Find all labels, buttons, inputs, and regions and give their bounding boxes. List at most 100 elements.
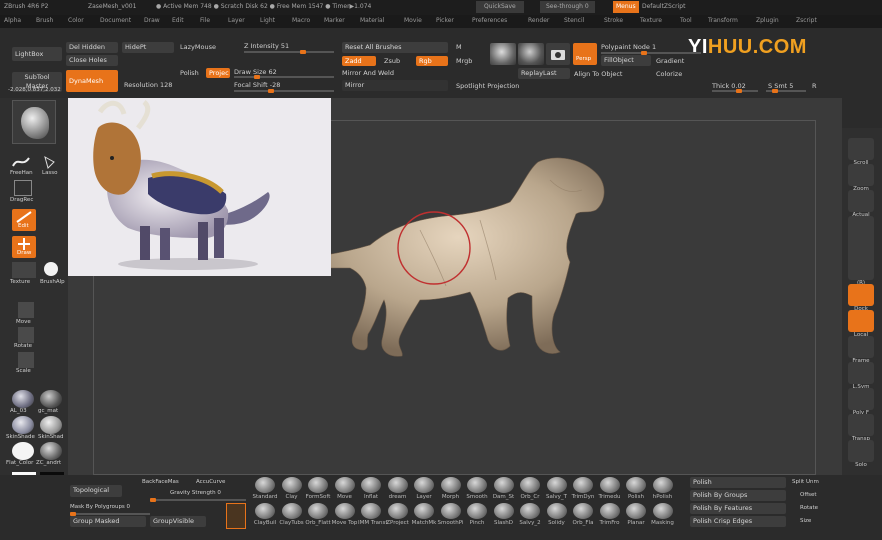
offset-button[interactable]: Offset — [800, 492, 817, 498]
zadd-toggle[interactable]: Zadd — [342, 56, 376, 66]
thick-track[interactable] — [712, 89, 758, 93]
menu-light[interactable]: Light — [260, 17, 275, 24]
zsub-toggle[interactable]: Zsub — [384, 57, 400, 65]
material-al03-icon[interactable] — [12, 390, 34, 408]
menu-texture[interactable]: Texture — [640, 17, 662, 24]
rotate-button[interactable]: Rotate — [800, 505, 818, 511]
pin-brush-icon[interactable] — [226, 503, 246, 529]
backface-mask-toggle[interactable]: BackFaceMas — [142, 479, 179, 485]
brush-zproject-icon[interactable] — [387, 503, 408, 519]
camera-icon[interactable] — [546, 43, 570, 65]
rgb-toggle[interactable]: Rgb — [416, 56, 448, 66]
brush-clay-icon[interactable] — [281, 477, 302, 493]
mask-polygroups-slider[interactable]: Mask By Polygroups 0 — [70, 504, 130, 510]
brush-claytubs-icon[interactable] — [281, 503, 302, 519]
r-toggle[interactable]: R — [812, 82, 817, 90]
z-intensity-handle[interactable] — [300, 50, 306, 54]
menu-marker[interactable]: Marker — [324, 17, 345, 24]
right-lsym-icon[interactable] — [848, 362, 874, 384]
menu-stencil[interactable]: Stencil — [564, 17, 584, 24]
group-visible-button[interactable]: GroupVisible — [150, 516, 206, 527]
brush-polish-icon[interactable] — [626, 477, 646, 493]
menu-stroke[interactable]: Stroke — [604, 17, 623, 24]
menu-file[interactable]: File — [200, 17, 210, 24]
align-object-button[interactable]: Align To Object — [574, 70, 622, 78]
polish-button[interactable]: Polish — [690, 477, 786, 488]
lasso-icon[interactable] — [42, 154, 58, 170]
right-solo-icon[interactable] — [848, 440, 874, 462]
menu-alpha[interactable]: Alpha — [4, 17, 21, 24]
menu-movie[interactable]: Movie — [404, 17, 422, 24]
right-polyf-icon[interactable] — [848, 388, 874, 410]
menu-macro[interactable]: Macro — [292, 17, 310, 24]
menu-brush[interactable]: Brush — [36, 17, 53, 24]
brush-morph-icon[interactable] — [440, 477, 461, 493]
material-skinshade-icon[interactable] — [12, 416, 34, 434]
thick-handle[interactable] — [736, 89, 742, 93]
resolution-slider[interactable]: Resolution 128 — [124, 81, 172, 89]
gravity-track[interactable] — [150, 498, 246, 502]
brush-immtransf-icon[interactable] — [361, 503, 381, 519]
hidept-button[interactable]: HidePt — [122, 42, 174, 53]
polypaint-track[interactable] — [601, 51, 701, 55]
brush-alpha-icon[interactable] — [44, 262, 58, 276]
right-zoom-icon[interactable] — [848, 164, 874, 186]
brush-inflat-icon[interactable] — [361, 477, 381, 493]
del-hidden-button[interactable]: Del Hidden — [66, 42, 118, 53]
freehand-stroke-icon[interactable] — [10, 154, 32, 170]
menu-picker[interactable]: Picker — [436, 17, 454, 24]
menu-color[interactable]: Color — [68, 17, 84, 24]
menu-transform[interactable]: Transform — [708, 17, 738, 24]
brush-orbfla-icon[interactable] — [573, 503, 593, 519]
mrgb-toggle[interactable]: Mrgb — [456, 57, 472, 65]
menu-material[interactable]: Material — [360, 17, 384, 24]
brush-claybuil-icon[interactable] — [255, 503, 275, 519]
brush-trimfro-icon[interactable] — [599, 503, 620, 519]
brush-slashd-icon[interactable] — [493, 503, 514, 519]
material-zcandrt-icon[interactable] — [40, 442, 62, 460]
split-unmasked-button[interactable]: Split Unm — [792, 479, 819, 485]
s-smt-handle[interactable] — [772, 89, 778, 93]
polish-by-features-button[interactable]: Polish By Features — [690, 503, 786, 514]
fillobject-button[interactable]: FillObject — [601, 55, 651, 66]
draw-size-handle[interactable] — [254, 75, 260, 79]
polypaint-node[interactable]: Polypaint Node 1 — [601, 43, 656, 51]
s-smt-track[interactable] — [766, 89, 806, 93]
right-actual-icon[interactable] — [848, 190, 874, 212]
scale-icon[interactable] — [18, 352, 34, 368]
lazymouse-button[interactable]: LazyMouse — [180, 43, 216, 51]
right-frame-icon[interactable] — [848, 336, 874, 358]
focal-shift-slider[interactable]: Focal Shift -28 — [234, 81, 280, 89]
z-intensity-track[interactable] — [244, 50, 334, 54]
menu-zscript[interactable]: Zscript — [796, 17, 817, 24]
gravity-handle[interactable] — [150, 498, 156, 502]
dynamesh-button[interactable]: DynaMesh — [66, 70, 118, 92]
brush-trimdyn-icon[interactable] — [573, 477, 593, 493]
move-icon[interactable] — [18, 302, 34, 318]
brush-orbcr-icon[interactable] — [520, 477, 540, 493]
material-skinshade2-icon[interactable] — [40, 416, 62, 434]
polish-toggle[interactable]: Polish — [180, 69, 199, 77]
brush-planar-icon[interactable] — [626, 503, 646, 519]
lightbox-button[interactable]: LightBox — [12, 47, 62, 61]
project-toggle[interactable]: Projec — [206, 68, 230, 78]
texture-slot[interactable] — [12, 262, 36, 278]
draw-mode-button[interactable]: Draw — [12, 236, 36, 258]
brush-masking-icon[interactable] — [652, 503, 673, 519]
menu-draw[interactable]: Draw — [144, 17, 160, 24]
right-scroll-icon[interactable] — [848, 138, 874, 160]
gradient-toggle[interactable]: Gradient — [656, 57, 684, 65]
mirror-button[interactable]: Mirror — [342, 80, 448, 91]
brush-movetop-icon[interactable] — [334, 503, 355, 519]
brush-layer-icon[interactable] — [414, 477, 434, 493]
brush-salvy2-icon[interactable] — [520, 503, 540, 519]
current-tool-thumbnail[interactable] — [12, 100, 56, 144]
brush-damst-icon[interactable] — [493, 477, 514, 493]
see-through-slider[interactable]: See-through 0 — [540, 1, 595, 13]
menu-zplugin[interactable]: Zplugin — [756, 17, 779, 24]
gravity-slider[interactable]: Gravity Strength 0 — [170, 490, 221, 496]
menus-toggle[interactable]: Menus — [613, 1, 639, 13]
quicksave-button[interactable]: QuickSave — [476, 1, 524, 13]
material-gcmat-icon[interactable] — [40, 390, 62, 408]
menu-edit[interactable]: Edit — [172, 17, 184, 24]
